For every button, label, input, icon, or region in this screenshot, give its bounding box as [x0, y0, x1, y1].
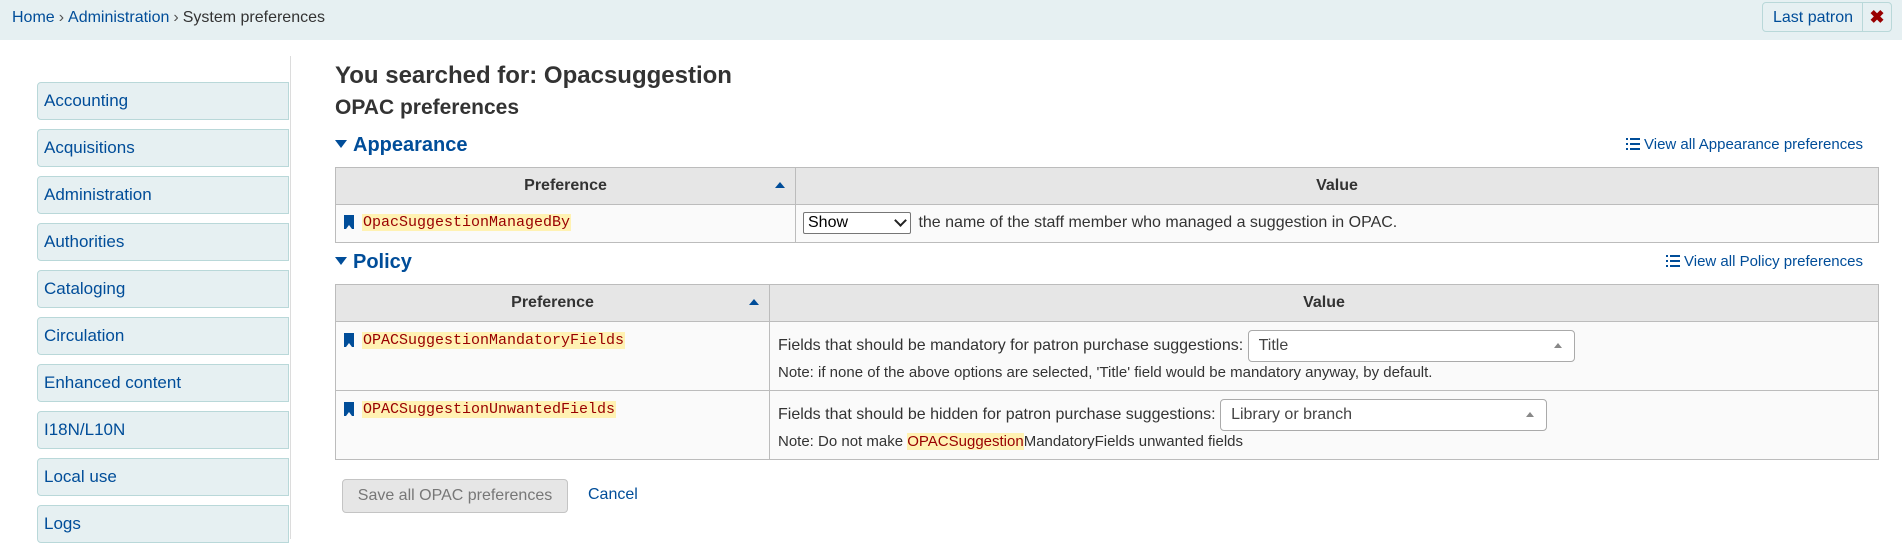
- sidebar-item-accounting[interactable]: Accounting: [37, 82, 289, 120]
- preference-name: OpacSuggestionManagedBy: [362, 214, 572, 231]
- sidebar-item-local-use[interactable]: Local use: [37, 458, 289, 496]
- table-row: OPACSuggestionMandatoryFields Fields tha…: [335, 321, 1879, 391]
- sidebar-item-i18n[interactable]: I18N/L10N: [37, 411, 289, 449]
- breadcrumb-administration[interactable]: Administration: [68, 9, 169, 26]
- note-highlight: OPACSuggestion: [907, 433, 1024, 450]
- category-title: OPAC preferences: [335, 96, 520, 119]
- caret-down-icon: [335, 256, 347, 265]
- sidebar-item-enhanced-content[interactable]: Enhanced content: [37, 364, 289, 402]
- sort-up-icon: [775, 182, 785, 188]
- unwanted-fields-select-value: Library or branch: [1231, 405, 1353, 423]
- mandatory-fields-select[interactable]: Title: [1247, 329, 1575, 362]
- cancel-link[interactable]: Cancel: [588, 486, 638, 504]
- unwanted-fields-select[interactable]: Library or branch: [1220, 398, 1548, 431]
- breadcrumb: Home › Administration › System preferences: [12, 9, 325, 27]
- sidebar-item-logs[interactable]: Logs: [37, 505, 289, 543]
- mandatory-fields-label: Fields that should be mandatory for patr…: [778, 337, 1244, 354]
- caret-up-icon: [1526, 411, 1535, 417]
- view-all-policy-link[interactable]: View all Policy preferences: [1666, 253, 1863, 270]
- section-appearance-title: Appearance: [353, 134, 468, 156]
- preference-name: OPACSuggestionMandatoryFields: [362, 332, 626, 349]
- bookmark-icon[interactable]: [344, 332, 354, 347]
- sidebar-item-circulation[interactable]: Circulation: [37, 317, 289, 355]
- preference-name: OPACSuggestionUnwantedFields: [362, 401, 617, 418]
- close-icon[interactable]: ✖: [1862, 2, 1892, 32]
- mandatory-fields-note: Note: if none of the above options are s…: [778, 364, 1433, 381]
- page-title: You searched for: Opacsuggestion: [335, 62, 732, 89]
- unwanted-fields-label: Fields that should be hidden for patron …: [778, 406, 1216, 423]
- appearance-table: Preference Value OpacSuggestionManagedBy…: [335, 167, 1879, 243]
- caret-up-icon: [1553, 342, 1562, 348]
- chevron-down-icon: [894, 214, 907, 227]
- preference-description: the name of the staff member who managed…: [918, 214, 1398, 231]
- breadcrumb-separator: ›: [173, 9, 179, 26]
- view-all-policy-label: View all Policy preferences: [1684, 253, 1863, 270]
- section-appearance-toggle[interactable]: Appearance: [335, 134, 468, 157]
- column-header-preference-label: Preference: [511, 294, 594, 311]
- table-row: OPACSuggestionUnwantedFields Fields that…: [335, 390, 1879, 460]
- breadcrumb-current: System preferences: [182, 9, 325, 26]
- last-patron-button[interactable]: Last patron: [1762, 2, 1865, 32]
- column-header-preference-label: Preference: [524, 177, 607, 194]
- sidebar-item-cataloging[interactable]: Cataloging: [37, 270, 289, 308]
- table-row: OpacSuggestionManagedBy Show the name of…: [335, 204, 1879, 243]
- caret-down-icon: [335, 139, 347, 148]
- breadcrumb-home[interactable]: Home: [12, 9, 55, 26]
- top-bar: Home › Administration › System preferences L…: [0, 0, 1902, 40]
- sidebar-item-authorities[interactable]: Authorities: [37, 223, 289, 261]
- managed-by-select[interactable]: Show: [803, 212, 911, 234]
- view-all-appearance-label: View all Appearance preferences: [1644, 136, 1864, 153]
- section-policy-toggle[interactable]: Policy: [335, 251, 412, 274]
- view-all-appearance-link[interactable]: View all Appearance preferences: [1626, 136, 1863, 153]
- sidebar: Accounting Acquisitions Administration A…: [0, 56, 291, 543]
- section-policy-title: Policy: [353, 251, 412, 273]
- managed-by-select-value: Show: [808, 214, 849, 231]
- save-all-button[interactable]: Save all OPAC preferences: [342, 479, 568, 513]
- unwanted-fields-note: Note: Do not make OPACSuggestionMandator…: [778, 433, 1878, 450]
- column-header-value: Value: [795, 167, 1879, 205]
- list-icon: [1626, 138, 1640, 150]
- bookmark-icon[interactable]: [344, 214, 354, 229]
- column-header-preference[interactable]: Preference: [335, 284, 770, 322]
- column-header-preference[interactable]: Preference: [335, 167, 796, 205]
- sort-up-icon: [749, 299, 759, 305]
- sidebar-item-administration[interactable]: Administration: [37, 176, 289, 214]
- sidebar-item-acquisitions[interactable]: Acquisitions: [37, 129, 289, 167]
- list-icon: [1666, 255, 1680, 267]
- column-header-value: Value: [769, 284, 1879, 322]
- note-prefix: Note: Do not make: [778, 433, 908, 450]
- mandatory-fields-select-value: Title: [1258, 336, 1289, 354]
- breadcrumb-separator: ›: [58, 9, 65, 26]
- policy-table: Preference Value OPACSuggestionMandatory…: [335, 284, 1879, 460]
- bookmark-icon[interactable]: [344, 401, 354, 416]
- note-suffix: MandatoryFields unwanted fields: [1023, 433, 1243, 450]
